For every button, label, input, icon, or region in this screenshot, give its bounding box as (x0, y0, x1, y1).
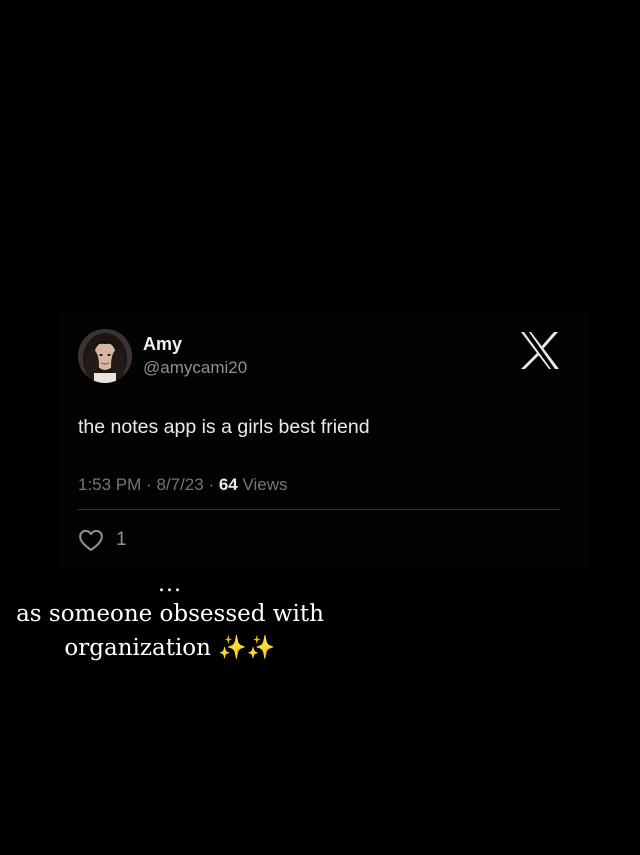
heart-icon (79, 529, 103, 551)
tweet-date[interactable]: 8/7/23 (156, 475, 203, 494)
views-count: 64 (218, 475, 238, 494)
tweet-text: the notes app is a girls best friend (78, 416, 370, 438)
like-button[interactable]: 1 (78, 527, 127, 553)
caption-line-2: organization ✨✨ (0, 634, 340, 661)
avatar[interactable] (78, 329, 132, 383)
display-name[interactable]: Amy (143, 334, 182, 355)
sparkles-emoji: ✨✨ (218, 635, 276, 661)
like-count: 1 (116, 529, 127, 550)
caption-ellipsis: ... (158, 572, 182, 597)
views-label: Views (242, 475, 288, 494)
tweet-card[interactable]: Amy @amycami20 the notes app is a girls … (58, 312, 586, 570)
tweet-metadata: 1:53 PM · 8/7/23 · 64 Views (78, 475, 288, 495)
x-logo-icon (520, 332, 560, 369)
divider (78, 509, 560, 510)
avatar-image (78, 329, 132, 383)
tweet-time[interactable]: 1:53 PM (78, 475, 141, 494)
caption-line-2-text: organization (64, 635, 211, 661)
meta-separator: · (208, 475, 219, 494)
meta-separator: · (146, 475, 157, 494)
caption-line-1: as someone obsessed with (16, 601, 324, 627)
user-handle[interactable]: @amycami20 (143, 358, 247, 378)
